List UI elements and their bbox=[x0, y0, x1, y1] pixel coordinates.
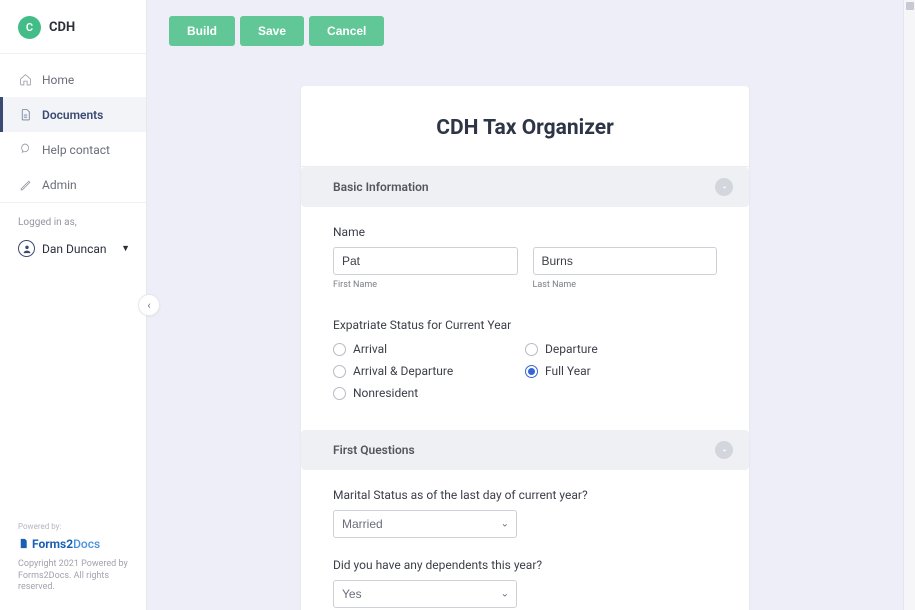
nav-item-home[interactable]: Home bbox=[0, 62, 146, 97]
brand-part: 2 bbox=[66, 537, 73, 551]
expatriate-status-label: Expatriate Status for Current Year bbox=[333, 318, 717, 332]
cancel-button[interactable]: Cancel bbox=[309, 16, 384, 46]
radio-icon bbox=[525, 343, 538, 356]
user-menu[interactable]: Dan Duncan ▼ bbox=[18, 240, 130, 257]
radio-icon bbox=[333, 343, 346, 356]
sidebar-footer: Powered by: Forms2Docs Copyright 2021 Po… bbox=[0, 522, 146, 610]
radio-icon bbox=[333, 365, 346, 378]
last-name-input[interactable] bbox=[533, 247, 718, 275]
powered-by-label: Powered by: bbox=[18, 522, 130, 531]
radio-departure[interactable]: Departure bbox=[525, 342, 717, 356]
nav-label: Admin bbox=[42, 178, 77, 192]
nav-item-admin[interactable]: Admin bbox=[0, 167, 146, 202]
brand-part: Forms bbox=[32, 537, 66, 551]
collapse-section-icon[interactable] bbox=[715, 178, 733, 196]
user-name: Dan Duncan bbox=[42, 242, 121, 256]
help-icon bbox=[19, 143, 32, 156]
scrollbar-track[interactable] bbox=[903, 0, 915, 610]
collapse-section-icon[interactable] bbox=[715, 441, 733, 459]
logged-in-label: Logged in as, bbox=[18, 217, 130, 228]
forms2docs-logo[interactable]: Forms2Docs bbox=[18, 537, 130, 551]
radio-full-year[interactable]: Full Year bbox=[525, 364, 717, 378]
section-title: First Questions bbox=[333, 443, 415, 457]
radio-arrival-departure[interactable]: Arrival & Departure bbox=[333, 364, 525, 378]
document-icon bbox=[19, 108, 32, 121]
document-icon bbox=[18, 538, 29, 549]
dependents-label: Did you have any dependents this year? bbox=[333, 558, 717, 572]
first-name-input[interactable] bbox=[333, 247, 518, 275]
sidebar: C CDH Home Documents Help contact Admin … bbox=[0, 0, 147, 610]
dependents-select[interactable]: Yes bbox=[333, 580, 517, 608]
brand-logo[interactable]: C CDH bbox=[0, 0, 146, 54]
radio-label: Arrival bbox=[353, 342, 387, 356]
section-header-first-questions[interactable]: First Questions bbox=[301, 430, 749, 470]
main-content: Build Save Cancel CDH Tax Organizer Basi… bbox=[147, 0, 903, 610]
radio-nonresident[interactable]: Nonresident bbox=[333, 386, 525, 400]
build-button[interactable]: Build bbox=[169, 16, 235, 46]
avatar-icon bbox=[18, 240, 35, 257]
brand-initial: C bbox=[18, 16, 41, 39]
copyright-text: Copyright 2021 Powered by Forms2Docs. Al… bbox=[18, 559, 130, 594]
radio-label: Departure bbox=[545, 342, 598, 356]
radio-arrival[interactable]: Arrival bbox=[333, 342, 525, 356]
nav-label: Home bbox=[42, 73, 74, 87]
first-name-sublabel: First Name bbox=[333, 280, 518, 290]
form-card: CDH Tax Organizer Basic Information Name… bbox=[301, 86, 749, 610]
radio-icon bbox=[525, 365, 538, 378]
brand-part: Docs bbox=[73, 537, 100, 551]
save-button[interactable]: Save bbox=[240, 16, 304, 46]
marital-status-select[interactable]: Married bbox=[333, 510, 517, 538]
home-icon bbox=[19, 73, 32, 86]
nav-item-help[interactable]: Help contact bbox=[0, 132, 146, 167]
admin-icon bbox=[19, 178, 32, 191]
radio-label: Full Year bbox=[545, 364, 591, 378]
section-body-first-questions: Marital Status as of the last day of cur… bbox=[301, 470, 749, 610]
action-bar: Build Save Cancel bbox=[169, 16, 881, 46]
radio-icon bbox=[333, 387, 346, 400]
nav-list: Home Documents Help contact Admin bbox=[0, 54, 146, 203]
section-title: Basic Information bbox=[333, 180, 429, 194]
brand-name: CDH bbox=[49, 20, 75, 35]
marital-status-label: Marital Status as of the last day of cur… bbox=[333, 488, 717, 502]
last-name-sublabel: Last Name bbox=[533, 280, 718, 290]
form-title: CDH Tax Organizer bbox=[301, 86, 749, 167]
section-header-basic-info[interactable]: Basic Information bbox=[301, 167, 749, 207]
radio-label: Arrival & Departure bbox=[353, 364, 453, 378]
expatriate-status-radios: Arrival Departure Arrival & Departure Fu… bbox=[333, 342, 717, 400]
radio-label: Nonresident bbox=[353, 386, 418, 400]
name-label: Name bbox=[333, 225, 717, 239]
chevron-down-icon: ▼ bbox=[121, 243, 130, 254]
nav-item-documents[interactable]: Documents bbox=[0, 97, 146, 132]
section-body-basic-info: Name First Name Last Name Expatriate Sta… bbox=[301, 207, 749, 430]
nav-label: Help contact bbox=[42, 143, 110, 157]
nav-label: Documents bbox=[42, 108, 103, 122]
user-section: Logged in as, Dan Duncan ▼ bbox=[0, 203, 146, 269]
